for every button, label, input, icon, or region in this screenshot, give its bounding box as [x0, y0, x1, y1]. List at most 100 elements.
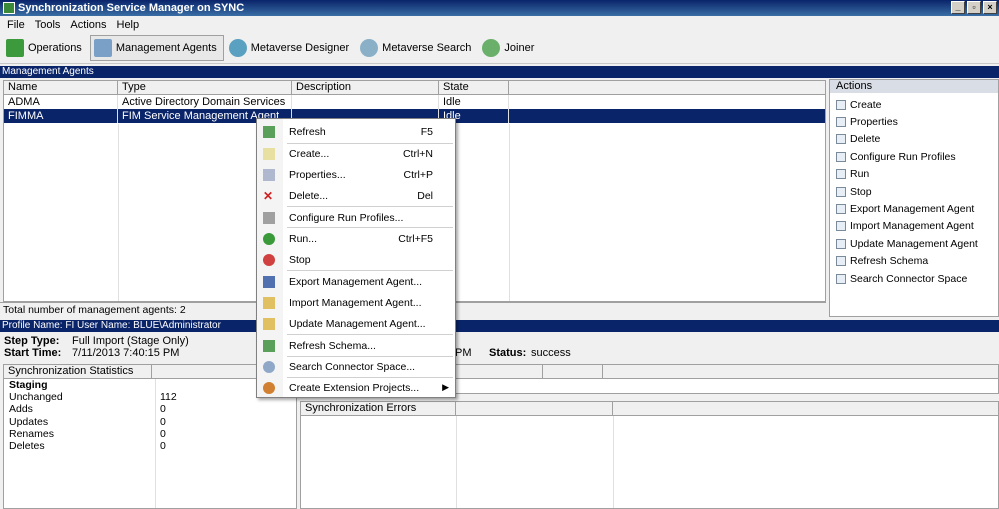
- action-run[interactable]: Run: [830, 166, 998, 183]
- metaverse-search-button[interactable]: Metaverse Search: [357, 35, 477, 61]
- menu-help[interactable]: Help: [112, 19, 145, 31]
- operations-button[interactable]: Operations: [3, 35, 88, 61]
- joiner-icon: [482, 39, 501, 57]
- action-import[interactable]: Import Management Agent: [830, 218, 998, 235]
- update-icon: [263, 317, 275, 330]
- ctx-update[interactable]: Update Management Agent...: [257, 314, 455, 333]
- search-icon: [263, 360, 275, 373]
- minimize-button[interactable]: _: [951, 1, 965, 14]
- create-icon: [263, 147, 275, 160]
- configure-icon: [836, 151, 846, 162]
- app-icon: [3, 2, 15, 14]
- step-info: Step Type: Full Import (Stage Only) Star…: [0, 333, 999, 361]
- action-delete[interactable]: Delete: [830, 131, 998, 148]
- stat-row: Unchanged 112: [9, 391, 177, 404]
- ctx-search-connector-space[interactable]: Search Connector Space...: [257, 357, 455, 376]
- ctx-stop[interactable]: Stop: [257, 250, 455, 269]
- ctx-refresh-schema[interactable]: Refresh Schema...: [257, 336, 455, 355]
- properties-icon: [836, 117, 846, 128]
- import-icon: [263, 296, 275, 309]
- stat-row: Adds 0: [9, 403, 166, 416]
- step-type-value: Full Import (Stage Only): [72, 335, 189, 347]
- action-stop[interactable]: Stop: [830, 183, 998, 200]
- ctx-run[interactable]: Run... Ctrl+F5: [257, 229, 455, 248]
- profile-band: Profile Name: FI User Name: BLUE\Adminis…: [0, 320, 999, 332]
- grid-header: Name Type Description State: [4, 81, 825, 95]
- staging-section: Staging: [9, 379, 48, 391]
- stat-row: Renames 0: [9, 427, 166, 440]
- ctx-export[interactable]: Export Management Agent...: [257, 272, 455, 291]
- stat-row: Updates 0: [9, 415, 166, 428]
- create-icon: [836, 99, 846, 110]
- stop-icon: [836, 186, 846, 197]
- start-time-value: 7/11/2013 7:40:15 PM: [72, 347, 180, 359]
- ctx-refresh[interactable]: Refresh F5: [257, 122, 455, 141]
- menu-tools[interactable]: Tools: [30, 19, 66, 31]
- title-bar: Synchronization Service Manager on SYNC …: [0, 0, 999, 16]
- action-export[interactable]: Export Management Agent: [830, 200, 998, 217]
- refresh-schema-icon: [836, 256, 846, 267]
- delete-icon: ✕: [263, 188, 274, 203]
- stat-row: Deletes 0: [9, 439, 166, 452]
- ctx-properties[interactable]: Properties... Ctrl+P: [257, 165, 455, 184]
- action-configure-run-profiles[interactable]: Configure Run Profiles: [830, 148, 998, 165]
- status-label: Status:: [489, 347, 527, 359]
- actions-panel: Actions Create Properties Delete Configu…: [829, 79, 999, 317]
- column-type[interactable]: Type: [118, 81, 292, 94]
- ctx-create[interactable]: Create... Ctrl+N: [257, 144, 455, 163]
- run-icon: [836, 169, 846, 180]
- statistics-grid[interactable]: Synchronization Statistics Staging Uncha…: [3, 364, 297, 509]
- management-agents-button[interactable]: Management Agents: [89, 35, 224, 61]
- update-icon: [836, 238, 846, 249]
- run-icon: [263, 232, 275, 245]
- metaverse-search-icon: [360, 39, 379, 57]
- context-menu: Refresh F5 Create... Ctrl+N Properties... C…: [256, 118, 456, 398]
- extension-icon: [263, 381, 275, 394]
- management-agents-icon: [93, 39, 112, 57]
- actions-header: Actions: [830, 80, 998, 93]
- action-create[interactable]: Create: [830, 96, 998, 113]
- ctx-import[interactable]: Import Management Agent...: [257, 293, 455, 312]
- refresh-schema-icon: [263, 339, 275, 352]
- ctx-configure-run-profiles[interactable]: Configure Run Profiles...: [257, 208, 455, 227]
- ma-row-adma[interactable]: ADMA Active Directory Domain Services Id…: [4, 95, 825, 109]
- end-time-partial: PM: [455, 347, 472, 359]
- ctx-delete[interactable]: ✕ Delete... Del: [257, 186, 455, 205]
- search-icon: [836, 273, 846, 284]
- export-icon: [263, 275, 275, 288]
- restore-button[interactable]: ▫: [967, 1, 981, 14]
- close-button[interactable]: ×: [983, 1, 997, 14]
- menu-actions[interactable]: Actions: [65, 19, 111, 31]
- metaverse-designer-button[interactable]: Metaverse Designer: [226, 35, 355, 61]
- status-value: success: [531, 347, 571, 359]
- window-title: Synchronization Service Manager on SYNC: [18, 2, 245, 14]
- ctx-create-extension-projects[interactable]: Create Extension Projects... ▶: [257, 378, 455, 397]
- toolbar: Operations Management Agents Metaverse D…: [0, 33, 999, 64]
- column-name[interactable]: Name: [4, 81, 118, 94]
- column-state[interactable]: State: [439, 81, 509, 94]
- joiner-button[interactable]: Joiner: [479, 35, 540, 61]
- import-icon: [836, 221, 846, 232]
- start-time-label: Start Time:: [4, 347, 62, 359]
- delete-icon: [836, 134, 846, 145]
- stop-icon: [263, 253, 275, 266]
- properties-icon: [263, 168, 275, 181]
- submenu-arrow-icon: ▶: [442, 382, 449, 392]
- action-properties[interactable]: Properties: [830, 113, 998, 130]
- statistics-header: Synchronization Statistics: [4, 365, 296, 379]
- errors-header: Synchronization Errors: [301, 402, 998, 416]
- operations-icon: [6, 39, 24, 57]
- column-description[interactable]: Description: [292, 81, 439, 94]
- menu-bar: File Tools Actions Help: [0, 16, 999, 33]
- menu-file[interactable]: File: [2, 19, 30, 31]
- step-type-label: Step Type:: [4, 335, 60, 347]
- metaverse-designer-icon: [228, 39, 247, 57]
- configure-icon: [263, 211, 275, 224]
- errors-grid[interactable]: Synchronization Errors: [300, 401, 999, 509]
- export-icon: [836, 204, 846, 215]
- action-search-connector-space[interactable]: Search Connector Space: [830, 270, 998, 287]
- refresh-icon: [263, 125, 275, 138]
- action-update[interactable]: Update Management Agent: [830, 235, 998, 252]
- action-refresh-schema[interactable]: Refresh Schema: [830, 253, 998, 270]
- management-agents-header: Management Agents: [0, 66, 999, 78]
